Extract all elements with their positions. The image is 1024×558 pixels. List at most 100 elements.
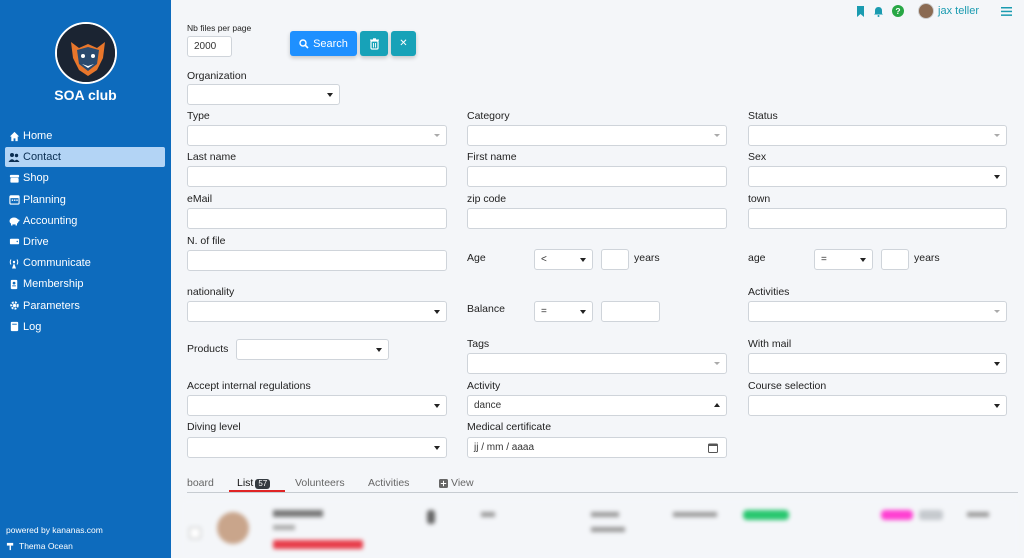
topbar: ? jax teller <box>848 3 1012 19</box>
trash-icon <box>369 37 380 50</box>
tab-volunteers[interactable]: Volunteers <box>295 477 345 489</box>
sidebar-item-home[interactable]: Home <box>5 126 165 146</box>
contact-town2-placeholder <box>591 527 625 532</box>
organization-label: Organization <box>187 70 247 82</box>
tab-activities[interactable]: Activities <box>368 477 409 489</box>
medical-certificate-label: Medical certificate <box>467 421 552 433</box>
main-content: ? jax teller Nb files per page 2000 Sear… <box>171 0 1024 558</box>
chevron-down-icon <box>580 258 586 262</box>
tags-select[interactable] <box>467 353 727 374</box>
category-label: Category <box>467 110 510 122</box>
bookmark-icon[interactable] <box>856 5 865 17</box>
diving-level-label: Diving level <box>187 421 241 433</box>
sidebar-item-accounting[interactable]: Accounting <box>5 211 165 231</box>
piggy-bank-icon <box>8 215 20 227</box>
age-years-label: years <box>634 252 660 264</box>
sidebar-item-membership[interactable]: Membership <box>5 274 165 294</box>
club-name: SOA club <box>54 87 117 103</box>
products-select[interactable] <box>236 339 389 360</box>
shop-icon <box>8 172 20 184</box>
first-name-input[interactable] <box>467 166 727 187</box>
email-input[interactable] <box>187 208 447 229</box>
sidebar-item-contact[interactable]: Contact <box>5 147 165 168</box>
nationality-select[interactable] <box>187 301 447 322</box>
sidebar-item-drive[interactable]: Drive <box>5 232 165 252</box>
balance-input[interactable] <box>601 301 660 322</box>
chevron-down-icon <box>994 310 1000 313</box>
town-input[interactable] <box>748 208 1007 229</box>
sidebar-item-parameters[interactable]: Parameters <box>5 296 165 316</box>
accept-regulations-select[interactable] <box>187 395 447 416</box>
user-name[interactable]: jax teller <box>938 5 979 17</box>
age2-operator-select[interactable]: = <box>814 249 873 270</box>
close-icon: ✕ <box>399 38 408 49</box>
with-mail-select[interactable] <box>748 353 1007 374</box>
gear-icon <box>8 300 20 312</box>
row-checkbox[interactable] <box>189 527 201 539</box>
sidebar-item-communicate[interactable]: Communicate <box>5 253 165 273</box>
help-icon[interactable]: ? <box>892 5 905 17</box>
contact-avatar <box>217 512 249 544</box>
contact-town-placeholder <box>591 512 619 517</box>
age-input[interactable] <box>601 249 629 270</box>
course-selection-select[interactable] <box>748 395 1007 416</box>
status-select[interactable] <box>748 125 1007 146</box>
sidebar-item-planning[interactable]: Planning <box>5 190 165 210</box>
club-logo[interactable] <box>55 22 117 84</box>
id-card-icon <box>8 278 20 290</box>
zip-input[interactable] <box>467 208 727 229</box>
tabs: board List 57 Volunteers Activities View <box>187 476 1018 493</box>
with-mail-label: With mail <box>748 338 792 350</box>
list-count-badge: 57 <box>255 479 271 489</box>
last-name-input[interactable] <box>187 166 447 187</box>
contact-name-placeholder <box>273 510 323 517</box>
activities-select[interactable] <box>748 301 1007 322</box>
contact-green-badge <box>743 510 789 520</box>
file-number-input[interactable] <box>187 250 447 271</box>
nb-files-input[interactable]: 2000 <box>187 36 232 57</box>
file-number-label: N. of file <box>187 235 226 247</box>
contact-field-placeholder <box>481 512 495 517</box>
theme-selector[interactable]: Thema Ocean <box>6 541 73 551</box>
hamburger-menu-icon[interactable] <box>1001 6 1012 16</box>
sex-label: Sex <box>748 151 767 163</box>
medical-certificate-date[interactable]: jj / mm / aaaa <box>467 437 727 458</box>
age2-years-label: years <box>914 252 940 264</box>
delete-button[interactable] <box>360 31 388 56</box>
chevron-down-icon <box>434 404 440 408</box>
tab-board[interactable]: board <box>187 477 214 489</box>
organization-select[interactable] <box>187 84 340 105</box>
accept-regulations-label: Accept internal regulations <box>187 380 311 392</box>
type-label: Type <box>187 110 210 122</box>
tab-view[interactable]: View <box>439 477 474 489</box>
activity-select[interactable]: dance <box>467 395 727 416</box>
age-operator-select[interactable]: < <box>534 249 593 270</box>
sex-select[interactable] <box>748 166 1007 187</box>
diving-level-select[interactable] <box>187 437 447 458</box>
contact-sub-placeholder <box>273 525 295 530</box>
balance-operator-select[interactable]: = <box>534 301 593 322</box>
clear-button[interactable]: ✕ <box>391 31 416 56</box>
age2-input[interactable] <box>881 249 909 270</box>
bell-icon[interactable] <box>873 6 884 17</box>
chevron-down-icon <box>376 348 382 352</box>
sidebar: SOA club Home Contact Shop Planning Acco… <box>0 0 171 558</box>
chevron-down-icon <box>860 258 866 262</box>
search-button[interactable]: Search <box>290 31 357 56</box>
user-avatar[interactable] <box>918 3 935 19</box>
powered-by[interactable]: powered by kananas.com <box>6 525 103 535</box>
sidebar-item-log[interactable]: Log <box>5 317 165 337</box>
zip-label: zip code <box>467 193 507 205</box>
chevron-down-icon <box>994 404 1000 408</box>
chevron-down-icon <box>580 310 586 314</box>
contact-list-row[interactable] <box>181 500 1018 558</box>
last-name-label: Last name <box>187 151 237 163</box>
sidebar-item-shop[interactable]: Shop <box>5 168 165 188</box>
active-tab-indicator <box>229 490 285 492</box>
tab-list[interactable]: List 57 <box>237 477 271 489</box>
category-select[interactable] <box>467 125 727 146</box>
type-select[interactable] <box>187 125 447 146</box>
contact-tag-placeholder <box>273 540 363 549</box>
contact-icon-placeholder <box>427 510 435 524</box>
search-icon <box>299 38 309 49</box>
